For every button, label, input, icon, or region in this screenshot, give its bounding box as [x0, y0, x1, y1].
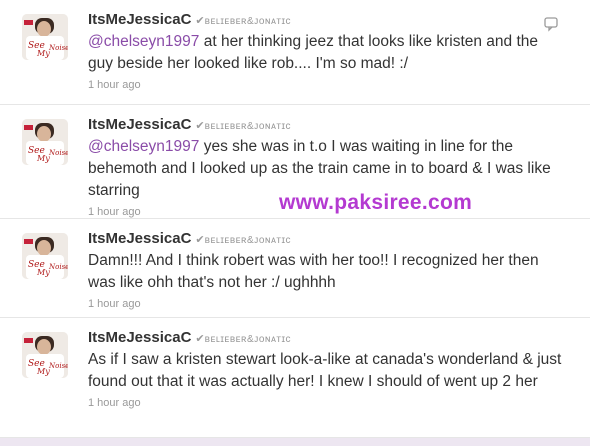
byline: ItsMeJessicaC ✔ʙᴇʟɪᴇʙᴇʀ&ᴊᴏɴᴀᴛɪᴄ	[88, 328, 563, 347]
display-name: ʙᴇʟɪᴇʙᴇʀ&ᴊᴏɴᴀᴛɪᴄ	[204, 235, 292, 246]
reply-icon[interactable]	[543, 16, 559, 32]
avatar[interactable]: See My Noise	[22, 332, 68, 378]
avatar[interactable]: See My Noise	[22, 14, 68, 60]
byline: ItsMeJessicaC ✔ʙᴇʟɪᴇʙᴇʀ&ᴊᴏɴᴀᴛɪᴄ	[88, 229, 563, 248]
username-link[interactable]: ItsMeJessicaC	[88, 329, 191, 346]
mention-link[interactable]: @chelseyn1997	[88, 138, 199, 155]
avatar-photo-icon: See My Noise	[22, 233, 68, 279]
avatar-photo-icon: See My Noise	[22, 14, 68, 60]
svg-text:Noise: Noise	[48, 44, 68, 52]
tweet-text: @chelseyn1997 at her thinking jeez that …	[88, 31, 563, 75]
tweet: See My Noise ItsMeJessicaC ✔ʙᴇʟɪᴇʙᴇʀ&ᴊᴏɴᴀ…	[0, 318, 590, 438]
display-name: ʙᴇʟɪᴇʙᴇʀ&ᴊᴏɴᴀᴛɪᴄ	[204, 121, 292, 132]
byline: ItsMeJessicaC ✔ʙᴇʟɪᴇʙᴇʀ&ᴊᴏɴᴀᴛɪᴄ	[88, 10, 563, 29]
svg-text:Noise: Noise	[48, 362, 68, 370]
username-link[interactable]: ItsMeJessicaC	[88, 11, 191, 28]
verified-mark: ✔	[195, 234, 205, 246]
avatar-photo-icon: See My Noise	[22, 332, 68, 378]
verified-mark: ✔	[195, 333, 205, 345]
tweet-body: ItsMeJessicaC ✔ʙᴇʟɪᴇʙᴇʀ&ᴊᴏɴᴀᴛɪᴄ Damn!!! A…	[88, 229, 563, 313]
tweet-text: Damn!!! And I think robert was with her …	[88, 252, 539, 291]
tweet-timeline: See My Noise ItsMeJessicaC ✔ʙᴇʟɪᴇʙᴇʀ&ᴊᴏɴᴀ…	[0, 0, 590, 446]
username-link[interactable]: ItsMeJessicaC	[88, 230, 191, 247]
timestamp-link[interactable]: 1 hour ago	[88, 76, 563, 94]
avatar[interactable]: See My Noise	[22, 119, 68, 165]
display-name: ʙᴇʟɪᴇʙᴇʀ&ᴊᴏɴᴀᴛɪᴄ	[204, 334, 292, 345]
byline: ItsMeJessicaC ✔ʙᴇʟɪᴇʙᴇʀ&ᴊᴏɴᴀᴛɪᴄ	[88, 115, 563, 134]
footer-bar	[0, 438, 590, 446]
avatar[interactable]: See My Noise	[22, 233, 68, 279]
username-link[interactable]: ItsMeJessicaC	[88, 116, 191, 133]
mention-link[interactable]: @chelseyn1997	[88, 33, 199, 50]
verified-mark: ✔	[195, 120, 205, 132]
tweet-body: ItsMeJessicaC ✔ʙᴇʟɪᴇʙᴇʀ&ᴊᴏɴᴀᴛɪᴄ As if I s…	[88, 328, 563, 412]
watermark-text: www.paksiree.com	[279, 191, 473, 214]
avatar-photo-icon: See My Noise	[22, 119, 68, 165]
tweet-text: As if I saw a kristen stewart look-a-lik…	[88, 351, 562, 390]
timestamp-link[interactable]: 1 hour ago	[88, 394, 563, 412]
verified-mark: ✔	[195, 15, 205, 27]
tweet-body: ItsMeJessicaC ✔ʙᴇʟɪᴇʙᴇʀ&ᴊᴏɴᴀᴛɪᴄ @chelseyn…	[88, 10, 563, 94]
tweet: See My Noise ItsMeJessicaC ✔ʙᴇʟɪᴇʙᴇʀ&ᴊᴏɴᴀ…	[0, 219, 590, 318]
timestamp-link[interactable]: 1 hour ago	[88, 295, 563, 313]
display-name: ʙᴇʟɪᴇʙᴇʀ&ᴊᴏɴᴀᴛɪᴄ	[204, 16, 292, 27]
svg-text:Noise: Noise	[48, 263, 68, 271]
svg-text:Noise: Noise	[48, 149, 68, 157]
tweet: See My Noise ItsMeJessicaC ✔ʙᴇʟɪᴇʙᴇʀ&ᴊᴏɴᴀ…	[0, 0, 590, 105]
